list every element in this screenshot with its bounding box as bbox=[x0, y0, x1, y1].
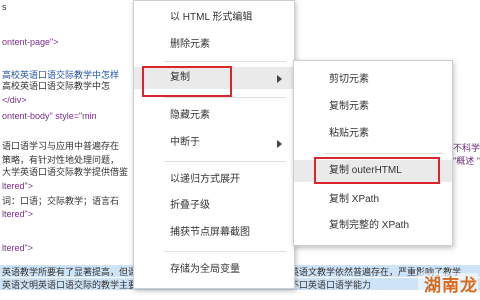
code-line: 词：口语；交际教学；语言石 bbox=[2, 196, 120, 206]
code-line: </div> bbox=[2, 95, 27, 105]
code-line: ltered"> bbox=[2, 209, 33, 219]
chevron-right-icon bbox=[277, 75, 282, 83]
code-line: s bbox=[2, 2, 7, 12]
highlight-box bbox=[142, 66, 232, 97]
menu-item-copy-xpath[interactable]: 复制 XPath bbox=[294, 189, 452, 211]
menu-item-delete-element[interactable]: 删除元素 bbox=[134, 34, 294, 56]
menu-item-hide-element[interactable]: 隐藏元素 bbox=[134, 105, 294, 127]
code-line: 高校英语口语交际教学中怎 bbox=[2, 81, 111, 91]
code-fragment: "概述 " bbox=[453, 156, 480, 166]
highlight-box bbox=[314, 157, 440, 184]
code-line: 大学英语口语交际教学提供借鉴 bbox=[2, 167, 129, 177]
code-line: ltered"> bbox=[2, 181, 33, 191]
code-line: ontent-body" style="min bbox=[2, 111, 97, 121]
menu-separator bbox=[324, 153, 444, 154]
menu-item-expand-recursively[interactable]: 以递归方式展开 bbox=[134, 169, 294, 191]
code-line: 策略，有针对性地处理问题， bbox=[2, 155, 120, 165]
menu-separator bbox=[164, 61, 286, 62]
menu-item-break-on[interactable]: 中断于 bbox=[134, 132, 294, 154]
code-line: 高校英语口语交际教学中怎样 bbox=[2, 70, 120, 80]
code-fragment: 不科学 bbox=[452, 143, 480, 153]
watermark-logo: 湖南龙 bbox=[418, 273, 478, 299]
chevron-right-icon bbox=[277, 140, 282, 148]
menu-item-collapse-children[interactable]: 折叠子级 bbox=[134, 195, 294, 217]
menu-item-copy-full-xpath[interactable]: 复制完整的 XPath bbox=[294, 215, 452, 237]
menu-item-edit-as-html[interactable]: 以 HTML 形式编辑 bbox=[134, 7, 294, 29]
code-line: 语口语学习与应用中普遍存在 bbox=[2, 141, 120, 151]
menu-item-store-as-global-variable[interactable]: 存储为全局变量 bbox=[134, 259, 294, 281]
code-line: ltered"> bbox=[2, 243, 33, 253]
menu-item-cut-element[interactable]: 剪切元素 bbox=[294, 69, 452, 91]
context-menu: 以 HTML 形式编辑 删除元素 复制 隐藏元素 中断于 以递归方式展开 折叠子… bbox=[133, 0, 295, 289]
menu-item-capture-node-screenshot[interactable]: 捕获节点屏幕截图 bbox=[134, 222, 294, 244]
menu-item-paste-element[interactable]: 粘贴元素 bbox=[294, 123, 452, 145]
copy-submenu: 剪切元素 复制元素 粘贴元素 复制 outerHTML 复制 XPath 复制完… bbox=[293, 60, 453, 246]
code-line: ontent-page"> bbox=[2, 37, 59, 47]
menu-separator bbox=[164, 251, 286, 252]
menu-separator bbox=[164, 161, 286, 162]
menu-item-copy-element[interactable]: 复制元素 bbox=[294, 96, 452, 118]
menu-separator bbox=[164, 97, 286, 98]
